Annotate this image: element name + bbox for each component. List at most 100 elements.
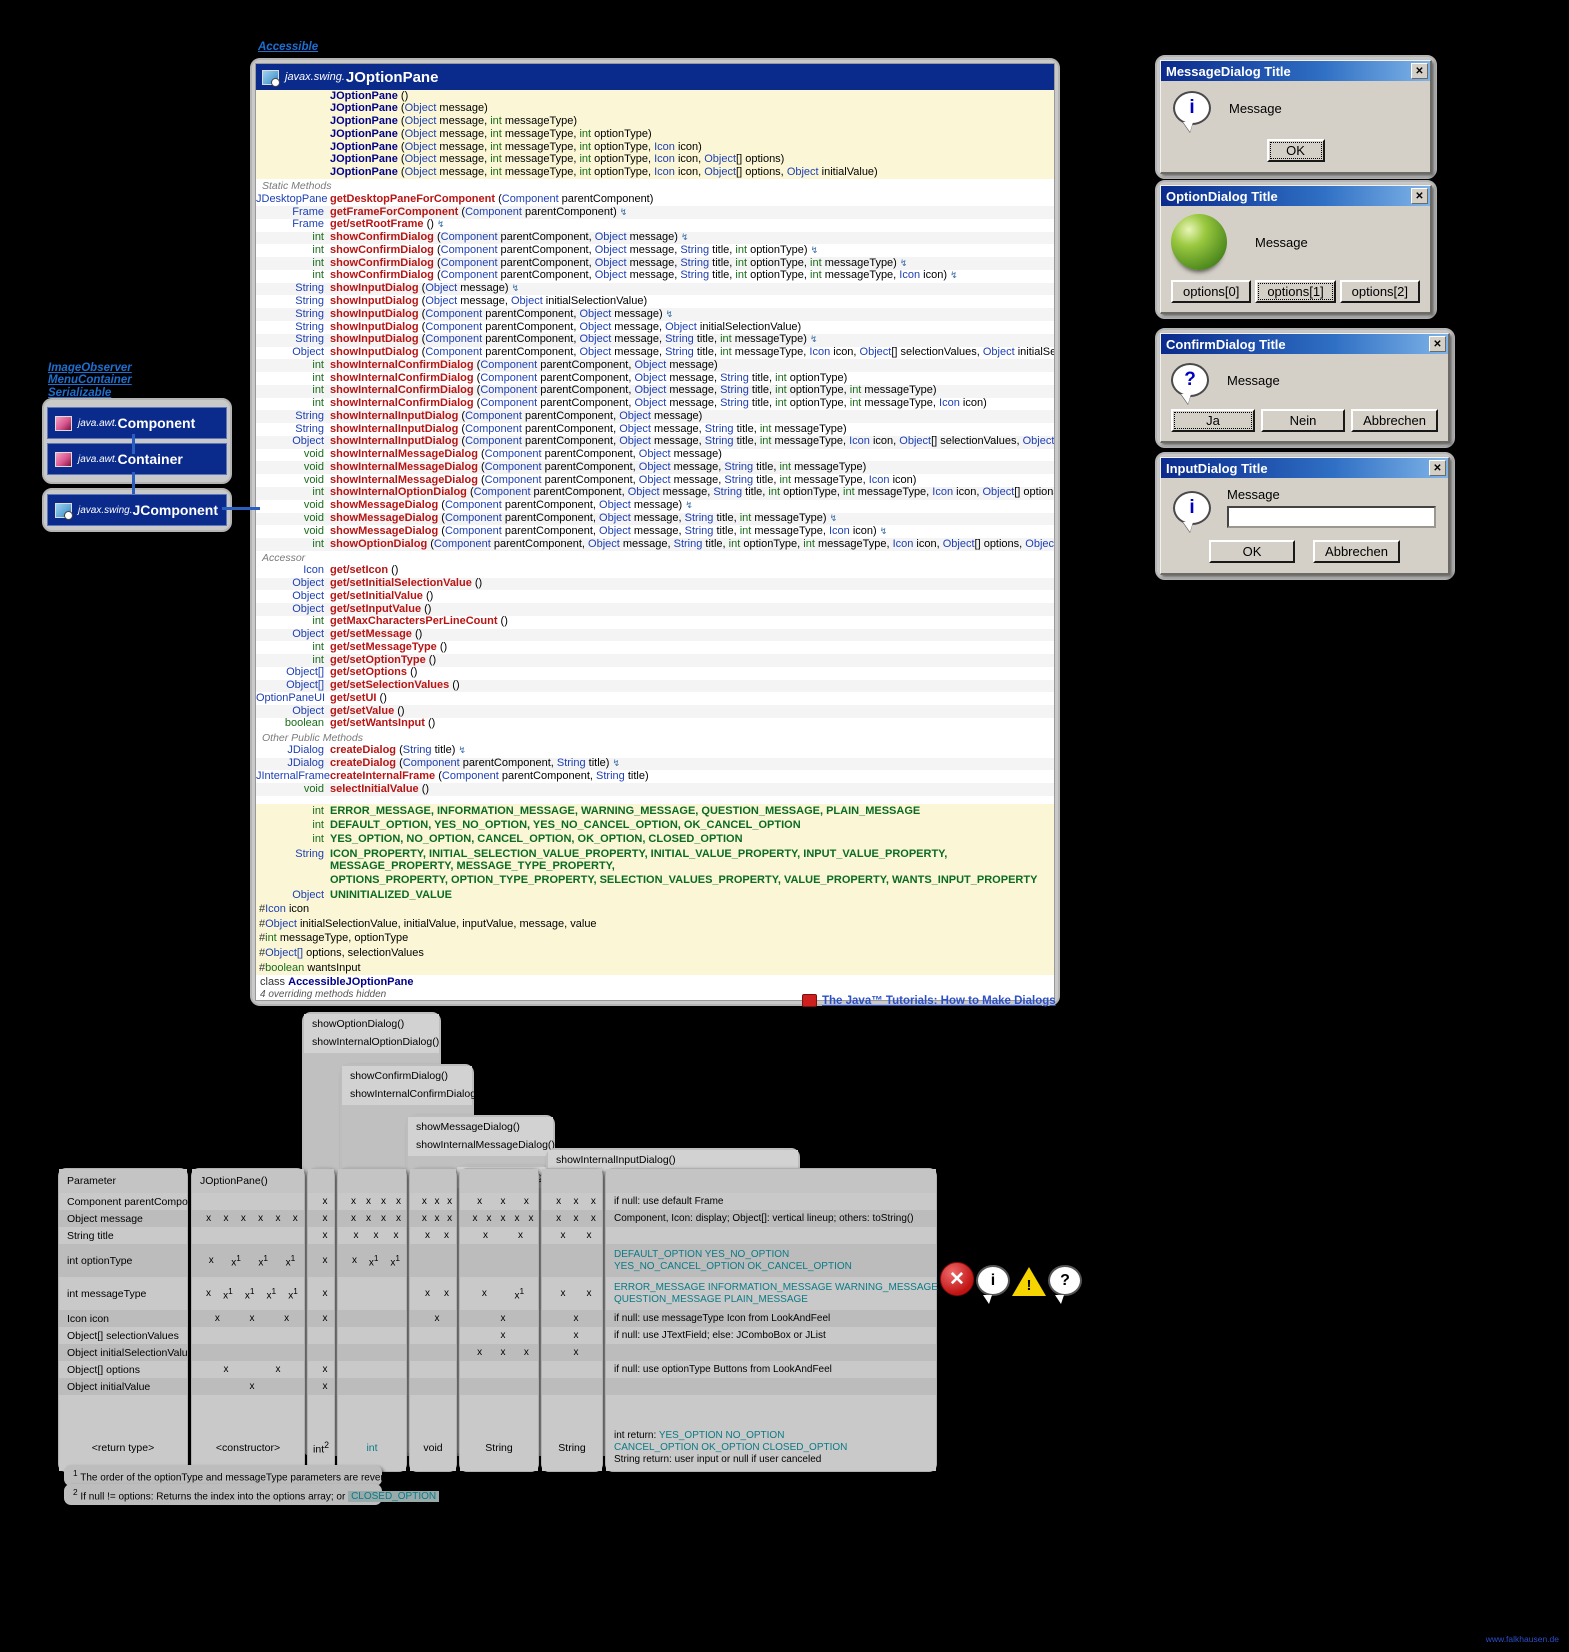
information-icon-tail (983, 1295, 992, 1304)
confirmdialog-no-button[interactable]: Nein (1261, 409, 1346, 432)
matrix-cell (460, 1378, 538, 1395)
question-balloon-icon: ? (1171, 363, 1209, 397)
optiondialog-button-2[interactable]: options[2] (1339, 280, 1420, 303)
inputdialog-text-field[interactable] (1227, 506, 1436, 528)
static-method-row: JDesktopPane getDesktopPaneForComponent (… (256, 192, 654, 205)
matrix-cell (410, 1344, 456, 1361)
info-balloon-icon: i (1173, 491, 1211, 525)
footnote-2: 2 If null != options: Returns the index … (64, 1484, 440, 1506)
overview-label: showMessageDialog() (408, 1117, 553, 1135)
inputdialog-window: InputDialog Title ✕ i Message OK Abbrech… (1160, 457, 1450, 575)
matrix-cell: x (308, 1361, 334, 1378)
class-package: javax.swing. (285, 71, 345, 83)
accessor-row: int get/setOptionType () (256, 654, 1054, 667)
hierarchy-connector-1 (132, 434, 135, 454)
static-method-row: int showInternalConfirmDialog (Component … (312, 397, 987, 410)
interface-menucontainer[interactable]: MenuContainer (48, 374, 132, 386)
matrix-cell: x (542, 1344, 602, 1361)
protected-field-row: #boolean wantsInput (256, 960, 1054, 976)
messagedialog-body: i Message OK (1161, 81, 1430, 172)
matrix-note: if null: use JTextField; else: JComboBox… (606, 1327, 936, 1344)
constant-row: OPTIONS_PROPERTY, OPTION_TYPE_PROPERTY, … (256, 873, 1054, 888)
matrix-cell (460, 1244, 538, 1277)
close-icon[interactable]: ✕ (1429, 336, 1446, 352)
static-method-row: String showInternalInputDialog (Component… (256, 410, 1054, 424)
static-method-row: int showConfirmDialog (Component parentCo… (312, 243, 819, 256)
hierarchy-node-container[interactable]: java.awt. Container (47, 443, 227, 475)
matrix-parameter-label: Object initialValue (59, 1378, 187, 1395)
matrix-column-showconfirmdialog: x x x x x x x x x x x x x1 x1 int (337, 1168, 407, 1472)
matrix-cell: x (308, 1210, 334, 1227)
static-method-row: String showInputDialog (Component parentC… (295, 320, 802, 333)
inputdialog-ok-button[interactable]: OK (1209, 540, 1296, 563)
hierarchy-node-jcomponent[interactable]: javax.swing. JComponent (47, 494, 227, 526)
matrix-parameter-label: Object message (59, 1210, 187, 1227)
static-method-row: void showInternalMessageDialog (Component… (256, 461, 1054, 475)
matrix-parameter-label: Object[] selectionValues (59, 1327, 187, 1344)
hierarchy-package-0: java.awt. (78, 417, 118, 429)
overview-label: showOptionDialog() (304, 1014, 439, 1032)
matrix-parameter-label: Icon icon (59, 1310, 187, 1327)
messagedialog-ok-button[interactable]: OK (1266, 139, 1325, 162)
matrix-parameter-label: String title (59, 1227, 187, 1244)
matrix-parameter-label: int messageType (59, 1277, 187, 1310)
matrix-cell: x (308, 1193, 334, 1210)
static-method-row: String showInputDialog (Component parentC… (256, 333, 1054, 347)
matrix-note: if null: use optionType Buttons from Loo… (606, 1361, 936, 1378)
optiondialog-button-0[interactable]: options[0] (1171, 280, 1252, 303)
accessor-row: int get/setMessageType () (312, 640, 448, 653)
matrix-cell: x (308, 1244, 334, 1277)
matrix-cell (192, 1344, 304, 1361)
matrix-cell: xxx (338, 1227, 406, 1244)
confirmdialog-body: ? Message Ja Nein Abbrechen (1161, 354, 1448, 441)
matrix-cell (308, 1344, 334, 1361)
close-icon[interactable]: ✕ (1411, 188, 1428, 204)
inputdialog-titlebar: InputDialog Title ✕ (1161, 458, 1448, 478)
optiondialog-title: OptionDialog Title (1166, 188, 1278, 204)
warning-icon: ! (1012, 1267, 1046, 1296)
implemented-interfaces: ImageObserver MenuContainer Serializable (48, 362, 132, 399)
accessor-list: Icon get/setIcon () Object get/setInitialSe… (256, 564, 1054, 731)
confirmdialog-yes-button[interactable]: Ja (1171, 409, 1255, 432)
other-method-row: JDialog createDialog (Component parentCom… (256, 757, 1054, 771)
hierarchy-node-component[interactable]: java.awt. Component (47, 407, 227, 439)
matrix-cell: x x1 x1 x1 x1 (192, 1277, 304, 1310)
section-accessor: Accessor (256, 550, 1054, 565)
watermelon-icon (1171, 214, 1227, 270)
protected-field-row: #Object[] options, selectionValues (256, 945, 1054, 961)
jcomponent-card: javax.swing. JComponent (42, 488, 232, 532)
protected-field-list: #Icon icon #Object initialSelectionValue,… (256, 902, 1054, 976)
confirmdialog-titlebar: ConfirmDialog Title ✕ (1161, 334, 1448, 354)
java-tutorials-link[interactable]: The Java™ Tutorials: How to Make Dialogs (802, 994, 1056, 1007)
matrix-cell: xxx (192, 1310, 304, 1327)
protected-field-row: #int messageType, optionType (256, 931, 1054, 946)
awt-class-icon (55, 415, 72, 431)
matrix-column-header: JOptionPane() (192, 1169, 304, 1193)
inputdialog-cancel-button[interactable]: Abbrechen (1313, 540, 1400, 563)
interface-imageobserver[interactable]: ImageObserver (48, 362, 132, 374)
matrix-column-constructor: JOptionPane() x x x x x x x x1 x1 x1 x x1 x1 x1 x1 x x x x x… (191, 1168, 305, 1472)
accessor-row: Object get/setValue () (256, 705, 1054, 718)
close-icon[interactable]: ✕ (1411, 63, 1428, 79)
inputdialog-card: InputDialog Title ✕ i Message OK Abbrech… (1155, 452, 1455, 580)
close-icon[interactable]: ✕ (1429, 460, 1446, 476)
matrix-cell: xxxx (338, 1193, 406, 1210)
static-method-list: JDesktopPane getDesktopPaneForComponent (… (256, 192, 1054, 551)
static-method-row: String showInputDialog (Object message, O… (295, 294, 648, 307)
matrix-parameter-label: Object[] options (59, 1361, 187, 1378)
matrix-cell: xx (410, 1277, 456, 1310)
matrix-cell (192, 1227, 304, 1244)
accessible-interface-link[interactable]: Accessible (258, 41, 318, 53)
inputdialog-message: Message (1227, 487, 1280, 502)
static-method-row: Object showInputDialog (Component parentC… (292, 346, 1054, 359)
matrix-cell (338, 1361, 406, 1378)
constructor-row: JOptionPane (Object message, int message… (256, 166, 1054, 180)
section-other-public-methods: Other Public Methods (256, 730, 1054, 745)
accessor-row: Object get/setInputValue () (256, 603, 1054, 616)
optiondialog-button-1[interactable]: options[1] (1255, 280, 1336, 303)
static-method-row: void showMessageDialog (Component parentC… (256, 512, 1054, 526)
matrix-note: ERROR_MESSAGE INFORMATION_MESSAGE WARNIN… (606, 1277, 938, 1310)
static-method-row: int showConfirmDialog (Component parentCo… (256, 231, 1054, 245)
confirmdialog-cancel-button[interactable]: Abbrechen (1351, 409, 1438, 432)
matrix-notes-column: if null: use default Frame Component, Ico… (605, 1168, 938, 1472)
